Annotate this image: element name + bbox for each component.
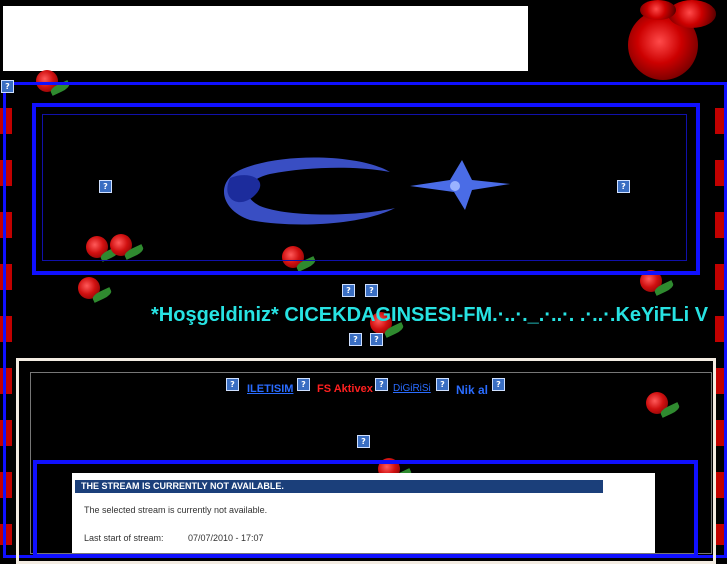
- last-start-label: Last start of stream:: [84, 533, 164, 543]
- broken-image-icon: ?: [370, 333, 383, 346]
- stream-message: The selected stream is currently not ava…: [84, 505, 268, 515]
- broken-image-icon: ?: [1, 80, 14, 93]
- rose-decoration-icon: [668, 0, 716, 28]
- broken-image-icon: ?: [342, 284, 355, 297]
- nav-link-nik-al[interactable]: Nik al: [456, 383, 488, 397]
- broken-image-icon: ?: [365, 284, 378, 297]
- nav-bar: ? ILETISIM ? FS Aktivex ? DiGiRiSi ? Nik…: [0, 378, 727, 398]
- broken-image-icon: ?: [349, 333, 362, 346]
- broken-image-icon: ?: [375, 378, 388, 391]
- broken-image-icon: ?: [436, 378, 449, 391]
- broken-image-icon: ?: [357, 435, 370, 448]
- broken-image-icon: ?: [492, 378, 505, 391]
- welcome-marquee: *Hoşgeldiniz* CICEKDAGINSESI-FM.·..·._.·…: [151, 304, 709, 326]
- broken-image-icon: ?: [297, 378, 310, 391]
- top-banner: [3, 6, 528, 71]
- last-start-value: 07/07/2010 - 17:07: [188, 533, 264, 543]
- stream-status-title: THE STREAM IS CURRENTLY NOT AVAILABLE.: [75, 480, 603, 493]
- rose-decoration-icon: [640, 0, 676, 20]
- nav-link-dj-girisi[interactable]: DiGiRiSi: [393, 383, 431, 394]
- broken-image-icon: ?: [226, 378, 239, 391]
- nav-link-iletisim[interactable]: ILETISIM: [247, 383, 293, 395]
- broken-image-icon: ?: [617, 180, 630, 193]
- star-logo-icon: [223, 157, 510, 225]
- nav-link-fs-aktivex[interactable]: FS Aktivex: [317, 383, 373, 395]
- broken-image-icon: ?: [99, 180, 112, 193]
